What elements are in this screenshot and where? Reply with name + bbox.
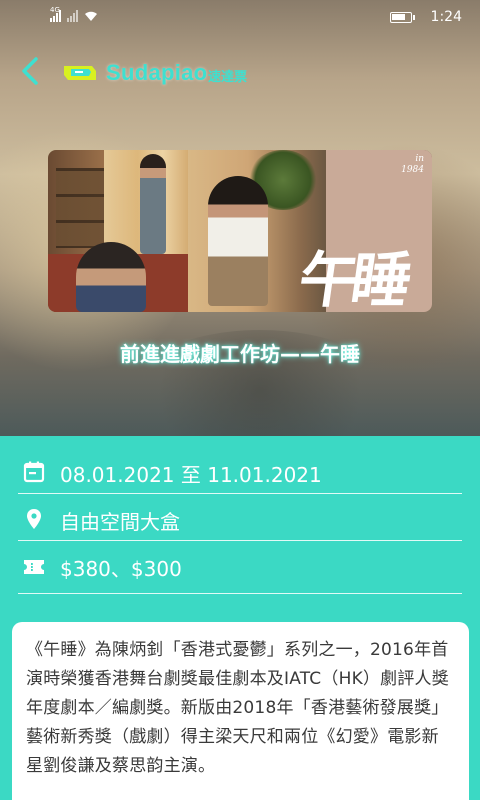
event-poster: in 1984 午睡 [48, 150, 432, 312]
location-pin-icon [27, 509, 41, 529]
venue-row: 自由空間大盒 [18, 495, 462, 541]
brand-name: Sudapiao [106, 60, 208, 85]
wifi-icon [85, 11, 97, 21]
description-card: 《午睡》為陳炳釗「香港式憂鬱」系列之一，2016年首演時榮獲香港舞台劇獎最佳劇本… [12, 622, 469, 800]
event-date-range: 08.01.2021 至 11.01.2021 [60, 463, 322, 487]
ticket-logo-icon [64, 66, 96, 80]
calendar-icon [23, 461, 45, 483]
hero-banner: 4G 1:24 Sudapiao 速達票 in 1984 午睡 前進進戲劇工作坊… [0, 0, 480, 436]
poster-figure-woman [140, 154, 166, 254]
battery-icon [390, 12, 415, 23]
poster-corner-text: in 1984 [401, 154, 424, 175]
chevron-left-icon[interactable] [14, 54, 48, 88]
network-label: 4G [50, 6, 60, 14]
event-title: 前進進戲劇工作坊——午睡 [120, 342, 360, 366]
status-bar: 4G 1:24 [0, 0, 480, 36]
status-time: 1:24 [430, 9, 462, 25]
event-price: $380、$300 [60, 557, 182, 581]
brand-name-cn: 速達票 [208, 70, 248, 85]
price-row: $380、$300 [18, 542, 462, 594]
event-description: 《午睡》為陳炳釗「香港式憂鬱」系列之一，2016年首演時榮獲香港舞台劇獎最佳劇本… [26, 640, 449, 776]
signal-bars-2-icon [67, 10, 78, 22]
poster-title-art: 午睡 [294, 246, 409, 312]
poster-figure-man-standing [208, 176, 268, 306]
ticket-icon [24, 560, 44, 574]
poster-figure-man [76, 242, 146, 312]
signal-indicators: 4G [50, 6, 98, 22]
date-row: 08.01.2021 至 11.01.2021 [18, 448, 462, 494]
event-venue: 自由空間大盒 [60, 510, 180, 534]
